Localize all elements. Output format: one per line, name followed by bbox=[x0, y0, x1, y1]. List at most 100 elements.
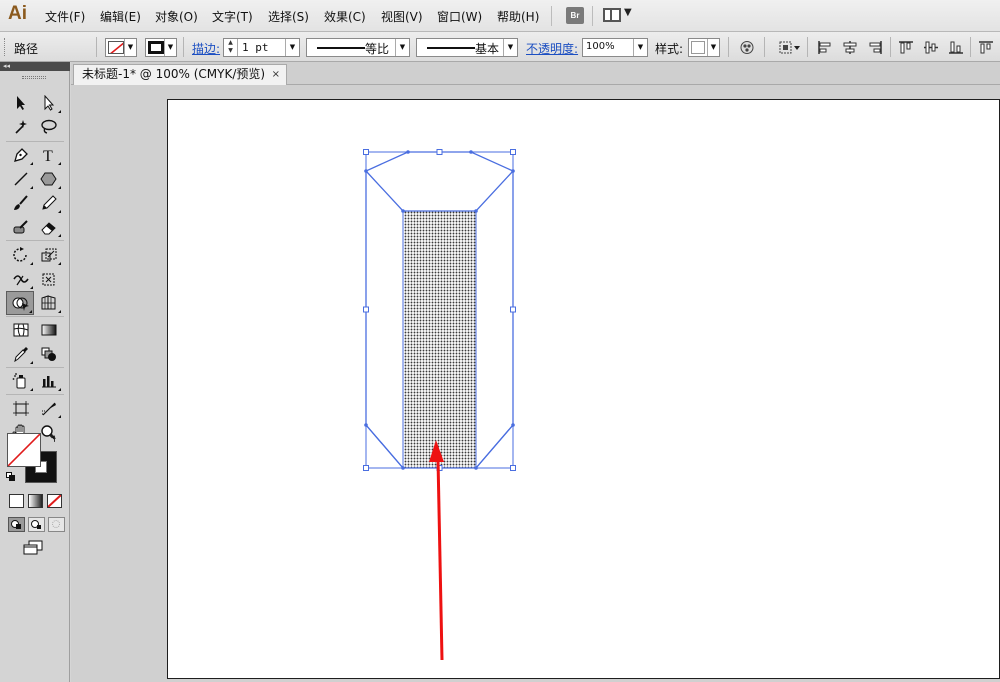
tools-panel: ◂◂ T ↰ bbox=[0, 62, 70, 682]
pencil-tool[interactable] bbox=[36, 192, 62, 214]
artboard-tool[interactable] bbox=[8, 397, 34, 419]
chevron-down-icon: ▼ bbox=[164, 39, 176, 56]
chevron-down-icon: ▼ bbox=[395, 39, 409, 56]
bridge-button[interactable]: Br bbox=[566, 7, 584, 24]
panel-grip[interactable] bbox=[4, 38, 7, 56]
menu-effect[interactable]: 效果(C) bbox=[324, 8, 366, 25]
front-face-shape[interactable] bbox=[402, 210, 477, 469]
menu-object[interactable]: 对象(O) bbox=[155, 8, 198, 25]
gradient-mode-icon[interactable] bbox=[28, 494, 43, 508]
stroke-panel-link[interactable]: 描边: bbox=[192, 40, 220, 57]
fill-color-button[interactable]: ▼ bbox=[105, 38, 137, 57]
magic-wand-tool[interactable] bbox=[8, 116, 34, 138]
color-mode-icon[interactable] bbox=[9, 494, 24, 508]
more-tools-indicator bbox=[58, 210, 61, 213]
width-tool[interactable] bbox=[8, 268, 34, 290]
none-mode-icon[interactable] bbox=[47, 494, 62, 508]
variable-width-profile-select[interactable]: 等比 ▼ bbox=[306, 38, 410, 57]
symbol-sprayer-tool[interactable] bbox=[8, 370, 34, 392]
align-bottom-icon[interactable] bbox=[948, 40, 964, 55]
blend-tool[interactable] bbox=[36, 343, 62, 365]
chevron-down-icon: ▼ bbox=[624, 7, 632, 18]
free-transform-tool[interactable] bbox=[36, 268, 62, 290]
width-profile-preview bbox=[317, 47, 365, 49]
direct-selection-tool[interactable] bbox=[36, 92, 62, 114]
distribute-icon[interactable] bbox=[978, 40, 994, 55]
recolor-artwork-icon[interactable] bbox=[739, 40, 755, 55]
align-to-icon[interactable] bbox=[778, 40, 802, 55]
align-top-icon[interactable] bbox=[898, 40, 914, 55]
stroke-weight-field[interactable]: ▲ ▼ 1 pt ▼ bbox=[223, 38, 300, 57]
none-fill-icon bbox=[108, 41, 124, 54]
shape-builder-tool[interactable] bbox=[6, 291, 34, 315]
annotation-arrow bbox=[429, 440, 444, 661]
perspective-grid-tool[interactable] bbox=[36, 292, 62, 314]
draw-behind-icon[interactable] bbox=[28, 517, 45, 532]
workspace-switcher-button[interactable]: ▼ bbox=[603, 7, 635, 24]
canvas-area[interactable] bbox=[71, 85, 1000, 682]
control-bar: 路径 ▼ ▼ 描边: ▲ ▼ 1 pt ▼ 等比 ▼ 基本 ▼ 不透明度: 100… bbox=[0, 32, 1000, 62]
control-separator bbox=[970, 37, 971, 57]
menu-view[interactable]: 视图(V) bbox=[381, 8, 423, 25]
collapse-panel-icon[interactable]: ◂◂ bbox=[0, 62, 70, 71]
pen-tool[interactable] bbox=[8, 144, 34, 166]
align-vcenter-icon[interactable] bbox=[923, 40, 939, 55]
mesh-tool[interactable] bbox=[8, 319, 34, 341]
slice-tool[interactable] bbox=[36, 397, 62, 419]
opacity-value: 100% bbox=[586, 41, 615, 52]
line-tool[interactable] bbox=[8, 168, 34, 190]
eraser-tool[interactable] bbox=[36, 216, 62, 238]
stroke-weight-value: 1 pt bbox=[242, 41, 269, 54]
close-icon[interactable]: × bbox=[272, 65, 280, 84]
control-separator bbox=[764, 37, 765, 57]
opacity-panel-link[interactable]: 不透明度: bbox=[526, 40, 578, 57]
scale-tool[interactable] bbox=[36, 244, 62, 266]
menu-file[interactable]: 文件(F) bbox=[45, 8, 85, 25]
stroke-swatch-icon bbox=[148, 41, 164, 54]
align-hcenter-icon[interactable] bbox=[842, 40, 858, 55]
fill-swatch-front[interactable] bbox=[7, 433, 41, 467]
draw-inside-icon[interactable] bbox=[48, 517, 65, 532]
menu-edit[interactable]: 编辑(E) bbox=[100, 8, 141, 25]
chevron-down-icon[interactable]: ▼ bbox=[285, 39, 299, 56]
chevron-down-icon: ▼ bbox=[707, 39, 719, 56]
menu-window[interactable]: 窗口(W) bbox=[437, 8, 482, 25]
type-tool[interactable]: T bbox=[36, 144, 62, 166]
polygon-tool[interactable] bbox=[36, 168, 62, 190]
brush-definition-select[interactable]: 基本 ▼ bbox=[416, 38, 518, 57]
eyedropper-tool[interactable] bbox=[8, 343, 34, 365]
lasso-tool[interactable] bbox=[36, 116, 62, 138]
gradient-tool[interactable] bbox=[36, 319, 62, 341]
screen-mode-icon[interactable] bbox=[22, 540, 44, 556]
more-tools-indicator bbox=[30, 286, 33, 289]
panel-grip[interactable] bbox=[22, 76, 46, 79]
control-separator bbox=[807, 37, 808, 57]
more-tools-indicator bbox=[58, 388, 61, 391]
tool-group-separator bbox=[6, 141, 64, 142]
document-tab[interactable]: 未标题-1* @ 100% (CMYK/预览) × bbox=[73, 64, 287, 85]
rotate-tool[interactable] bbox=[8, 244, 34, 266]
variable-width-value: 等比 bbox=[365, 42, 390, 56]
draw-normal-icon[interactable] bbox=[8, 517, 25, 532]
menu-type[interactable]: 文字(T) bbox=[212, 8, 253, 25]
default-fill-stroke-icon[interactable] bbox=[6, 472, 16, 482]
opacity-field[interactable]: 100% ▼ bbox=[582, 38, 648, 57]
selection-tool[interactable] bbox=[8, 92, 34, 114]
graphic-style-select[interactable]: ▼ bbox=[688, 38, 720, 57]
align-left-icon[interactable] bbox=[817, 40, 833, 55]
more-tools-indicator bbox=[30, 388, 33, 391]
paintbrush-tool[interactable] bbox=[8, 192, 34, 214]
align-right-icon[interactable] bbox=[867, 40, 883, 55]
more-tools-indicator bbox=[58, 110, 61, 113]
swap-fill-stroke-icon[interactable]: ↰ bbox=[48, 432, 57, 445]
chevron-down-icon: ▼ bbox=[124, 39, 136, 56]
more-tools-indicator bbox=[30, 361, 33, 364]
control-separator bbox=[96, 37, 97, 57]
blob-brush-tool[interactable] bbox=[8, 216, 34, 238]
menu-select[interactable]: 选择(S) bbox=[268, 8, 309, 25]
graph-tool[interactable] bbox=[36, 370, 62, 392]
document-tab-title: 未标题-1* @ 100% (CMYK/预览) bbox=[82, 67, 266, 81]
stroke-color-button[interactable]: ▼ bbox=[145, 38, 177, 57]
menu-help[interactable]: 帮助(H) bbox=[497, 8, 539, 25]
stepper-arrows-icon[interactable]: ▲ ▼ bbox=[224, 39, 238, 56]
